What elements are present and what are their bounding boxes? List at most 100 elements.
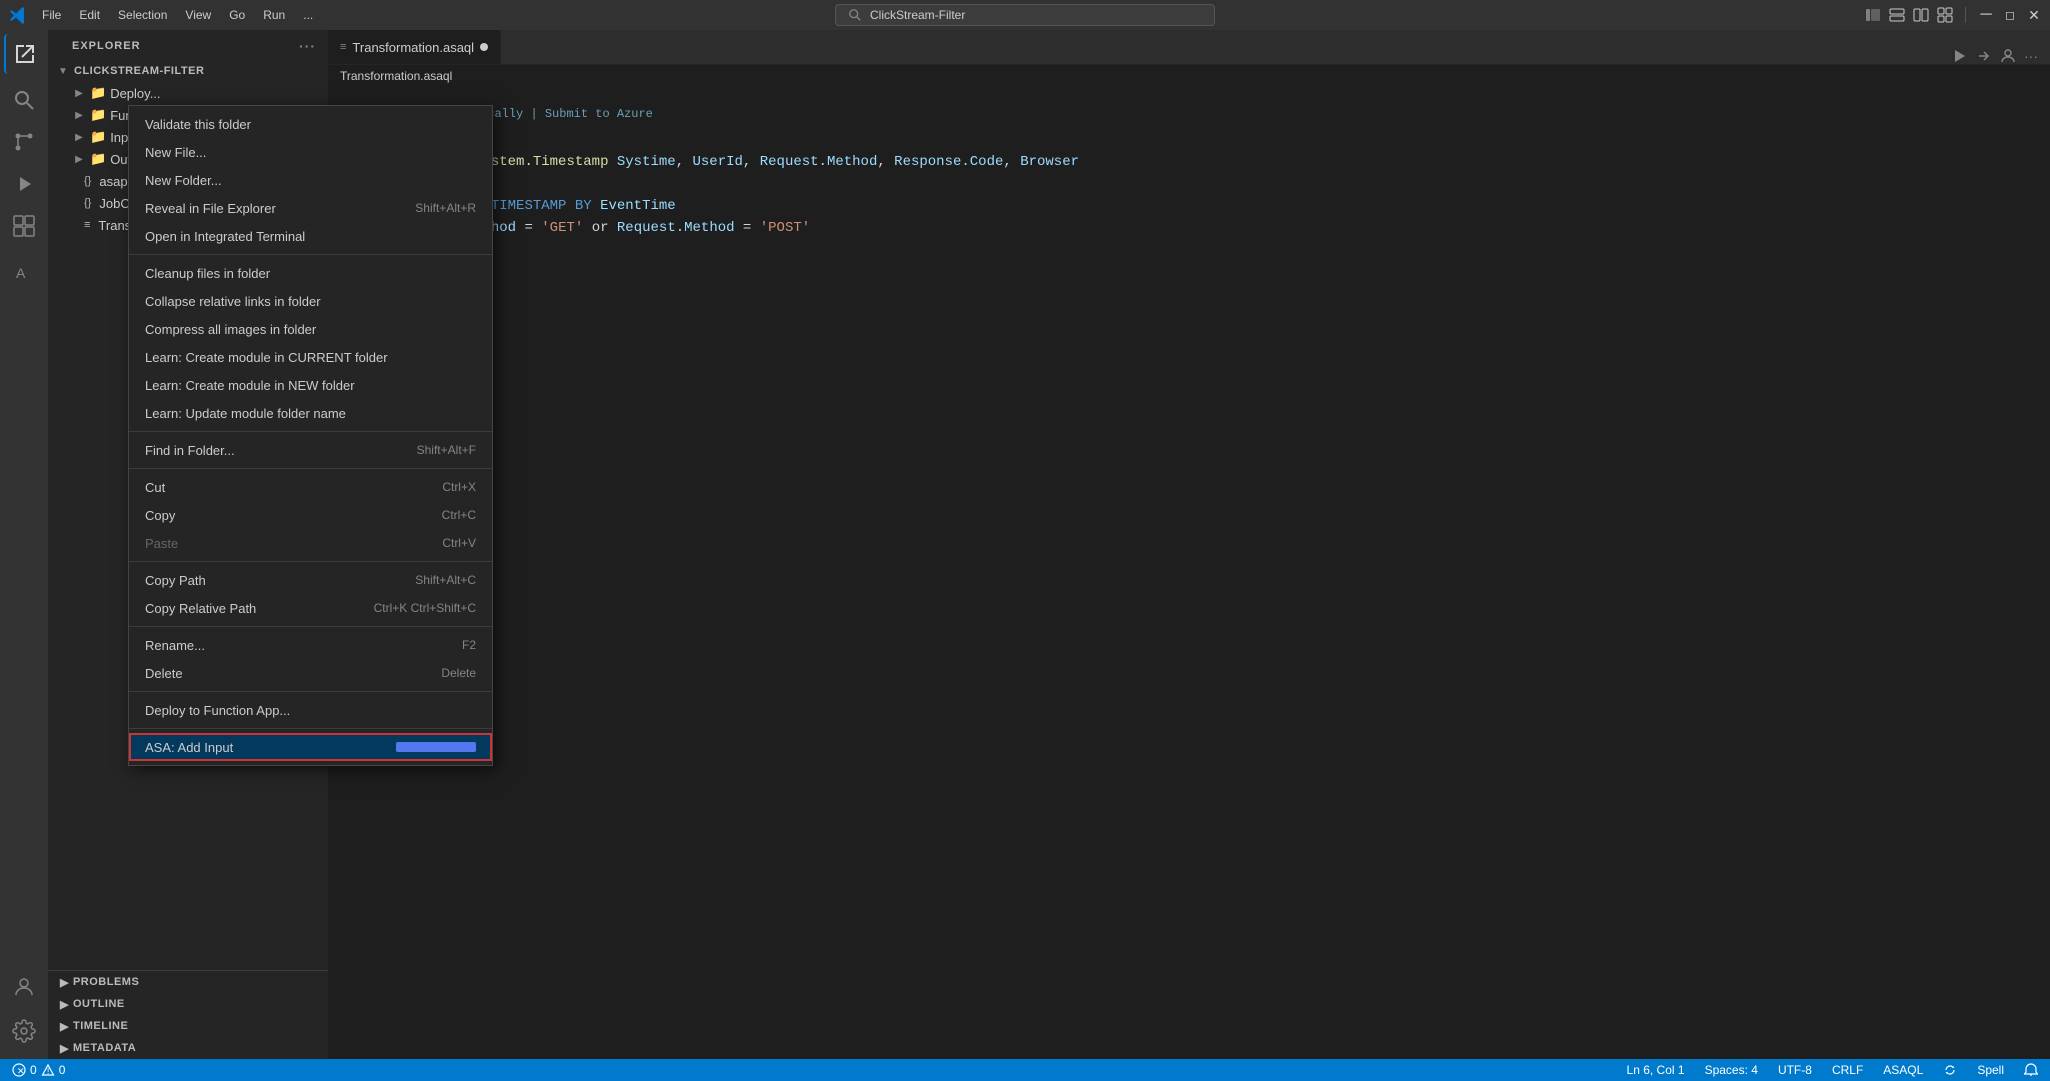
ctx-copy[interactable]: Copy Ctrl+C [129,501,492,529]
source-control-icon[interactable] [4,122,44,162]
ctx-new-file[interactable]: New File... [129,138,492,166]
ctx-learn-current[interactable]: Learn: Create module in CURRENT folder [129,343,492,371]
menu-file[interactable]: File [34,6,69,24]
status-line-col[interactable]: Ln 6, Col 1 [1623,1063,1689,1077]
ctx-item-label: Deploy to Function App... [145,703,290,718]
language-text: ASAQL [1883,1063,1923,1077]
menu-more[interactable]: ... [295,6,321,24]
breadcrumb-item[interactable]: Transformation.asaql [340,69,452,83]
ctx-new-folder[interactable]: New Folder... [129,166,492,194]
ctx-paste: Paste Ctrl+V [129,529,492,557]
folder-chevron-icon: ▶ [72,130,86,144]
ctx-rename[interactable]: Rename... F2 [129,631,492,659]
extensions-icon[interactable] [4,206,44,246]
ctx-deploy-function[interactable]: Deploy to Function App... [129,696,492,724]
ctx-reveal-explorer[interactable]: Reveal in File Explorer Shift+Alt+R [129,194,492,222]
menu-selection[interactable]: Selection [110,6,175,24]
editor-content[interactable]: Simulate job | Run locally | Submit to A… [328,87,2050,1059]
tree-item-deploy[interactable]: ▶ 📁 Deploy... [48,82,328,104]
submit-btn[interactable] [1976,48,1992,64]
restore-btn[interactable]: ◻ [2002,7,2018,23]
spell-text: Spell [1977,1063,2004,1077]
status-errors[interactable]: ✕ 0 ! 0 [8,1063,69,1077]
sidebar-more-btn[interactable]: ··· [299,38,316,54]
status-encoding[interactable]: UTF-8 [1774,1063,1816,1077]
settings-icon[interactable] [4,1011,44,1051]
search-nav-icon[interactable] [4,80,44,120]
ctx-cut[interactable]: Cut Ctrl+X [129,473,492,501]
account-icon[interactable] [4,967,44,1007]
ctx-validate-folder[interactable]: Validate this folder [129,110,492,138]
ctx-copy-relative-path[interactable]: Copy Relative Path Ctrl+K Ctrl+Shift+C [129,594,492,622]
status-spell[interactable]: Spell [1973,1063,2008,1077]
menu-go[interactable]: Go [221,6,253,24]
tab-transformation[interactable]: ≡ Transformation.asaql [328,29,501,64]
asa-icon[interactable]: A [4,252,44,292]
asa-badge [396,742,476,752]
ctx-item-label: Cleanup files in folder [145,266,270,281]
more-editor-btn[interactable]: ··· [2024,48,2038,64]
json-icon: {} [84,175,91,187]
ctx-item-label: Learn: Create module in CURRENT folder [145,350,388,365]
ctx-item-label: Compress all images in folder [145,322,316,337]
panel-chevron-icon: ▶ [60,976,69,989]
panel-outline[interactable]: ▶ OUTLINE [48,993,328,1015]
menu-view[interactable]: View [177,6,219,24]
ctx-cleanup-files[interactable]: Cleanup files in folder [129,259,492,287]
svg-text:A: A [16,265,26,281]
panel-chevron-icon: ▶ [60,998,69,1011]
svg-text:✕: ✕ [17,1066,25,1076]
panel-label: PROBLEMS [73,976,139,988]
ctx-asa-add-input[interactable]: ASA: Add Input [129,733,492,761]
menu-run[interactable]: Run [255,6,293,24]
menu-edit[interactable]: Edit [71,6,108,24]
status-line-ending[interactable]: CRLF [1828,1063,1867,1077]
ctx-collapse-links[interactable]: Collapse relative links in folder [129,287,492,315]
status-spaces[interactable]: Spaces: 4 [1701,1063,1762,1077]
panel-metadata[interactable]: ▶ METADATA [48,1037,328,1059]
sidebar-toggle-btn[interactable] [1865,7,1881,23]
ctx-separator-5 [129,626,492,627]
title-bar: File Edit Selection View Go Run ... Clic… [0,0,2050,30]
search-box[interactable]: ClickStream-Filter [835,4,1215,26]
ctx-separator-6 [129,691,492,692]
ctx-compress-images[interactable]: Compress all images in folder [129,315,492,343]
run-btn[interactable] [1952,48,1968,64]
status-sync[interactable] [1939,1063,1961,1077]
ctx-item-label: Learn: Update module folder name [145,406,346,421]
ctx-delete[interactable]: Delete Delete [129,659,492,687]
panel-label: METADATA [73,1042,136,1054]
close-btn[interactable]: ✕ [2026,7,2042,23]
json-icon: {} [84,197,91,209]
ctx-shortcut: Delete [441,666,476,680]
status-language[interactable]: ASAQL [1879,1063,1927,1077]
ctx-item-label: Learn: Create module in NEW folder [145,378,355,393]
editor-layout-btn[interactable] [1889,7,1905,23]
editor-area: ≡ Transformation.asaql ··· Transformati [328,30,2050,1059]
panel-problems[interactable]: ▶ PROBLEMS [48,971,328,993]
ctx-copy-path[interactable]: Copy Path Shift+Alt+C [129,566,492,594]
explorer-icon[interactable] [4,34,44,74]
minimize-btn[interactable]: ─ [1978,7,1994,23]
ctx-item-label: Copy Relative Path [145,601,256,616]
ctx-find-folder[interactable]: Find in Folder... Shift+Alt+F [129,436,492,464]
run-debug-icon[interactable] [4,164,44,204]
ctx-open-terminal[interactable]: Open in Integrated Terminal [129,222,492,250]
panel-timeline[interactable]: ▶ TIMELINE [48,1015,328,1037]
status-bar: ✕ 0 ! 0 Ln 6, Col 1 Spaces: 4 UTF-8 CRLF… [0,1059,2050,1081]
submit-azure-link[interactable]: Submit to Azure [545,107,653,121]
status-notifications[interactable] [2020,1063,2042,1077]
breadcrumb: Transformation.asaql [328,65,2050,87]
tree-item-label: Deploy... [110,86,160,101]
ctx-learn-update[interactable]: Learn: Update module folder name [129,399,492,427]
profile-btn[interactable] [2000,48,2016,64]
ctx-separator-7 [129,728,492,729]
panel-chevron-icon: ▶ [60,1020,69,1033]
split-editor-btn[interactable] [1913,7,1929,23]
folder-chevron-icon: ▶ [72,86,86,100]
project-root[interactable]: ▼ CLICKSTREAM-FILTER [48,60,328,82]
ctx-shortcut: Shift+Alt+C [415,573,476,587]
ctx-learn-new[interactable]: Learn: Create module in NEW folder [129,371,492,399]
code-editor[interactable]: SELECT System.Timestamp Systime, UserId,… [328,129,2050,261]
customize-layout-btn[interactable] [1937,7,1953,23]
